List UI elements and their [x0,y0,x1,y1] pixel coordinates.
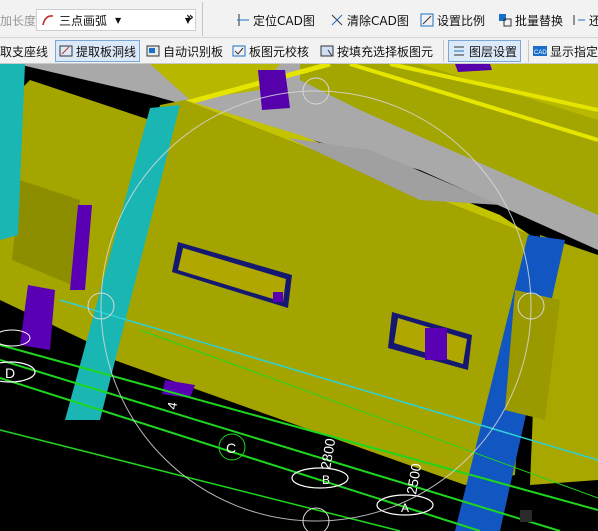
more-tools-button[interactable]: » [186,6,194,28]
extract-opening-line-button[interactable]: 提取板洞线 [55,40,141,62]
locate-icon [236,13,250,27]
arc-icon [41,13,55,27]
scale-icon [420,13,434,27]
opening-top-1 [258,70,290,110]
axis-label-D: D [5,365,15,381]
fill-select-slab-button[interactable]: 按填充选择板图元 [320,40,433,62]
slab-element-check-button[interactable]: 板图元校核 [232,40,309,62]
layer-settings-button[interactable]: 图层设置 [448,40,522,62]
cad-icon: CAD [533,44,547,58]
truncated-tool-button[interactable]: 还 [572,9,598,31]
tool-icon [572,13,586,27]
clear-cad-button[interactable]: 清除CAD图 [330,9,409,31]
arc-mode-value: 三点画弧 [59,13,108,28]
toolbar-separator [202,2,203,36]
toolbar-separator-3 [528,40,529,62]
fill-select-icon [320,44,334,58]
locate-cad-button[interactable]: 定位CAD图 [236,9,315,31]
opening-2-marker [425,328,447,360]
toolbar-separator-2 [443,40,444,62]
small-marker [520,510,532,522]
axis-label-C: C [226,440,236,456]
clear-icon [330,13,344,27]
extract-support-line-button[interactable]: 取支座线 [0,40,48,62]
identify-icon [146,44,160,58]
length-label: 加长度 [0,13,37,28]
arc-mode-dropdown[interactable]: 三点画弧 ▼ ▼ [36,9,196,31]
second-toolbar: 取支座线 提取板洞线 自动识别板 板图元校核 按填充选择板图元 图层设置 CAD [0,38,598,64]
opening-1-marker [273,292,283,302]
show-specified-button[interactable]: CAD 显示指定 [533,40,598,62]
extract-icon [59,44,73,58]
svg-text:CAD: CAD [534,50,547,56]
layers-icon [452,44,466,58]
auto-identify-slab-button[interactable]: 自动识别板 [146,40,223,62]
batch-replace-button[interactable]: 批量替换 [498,9,563,31]
check-icon [232,44,246,58]
top-toolbar: 加长度 三点画弧 ▼ ▼ » 定位CAD图 清除CAD图 设置比例 批量替换 [0,0,598,38]
chevron-down-icon: ▼ [115,15,122,25]
3d-model-viewport[interactable]: D C B A 2800 2500 4 [0,0,598,531]
replace-icon [498,13,512,27]
axis-label-B: B [322,473,330,487]
set-scale-button[interactable]: 设置比例 [420,9,485,31]
